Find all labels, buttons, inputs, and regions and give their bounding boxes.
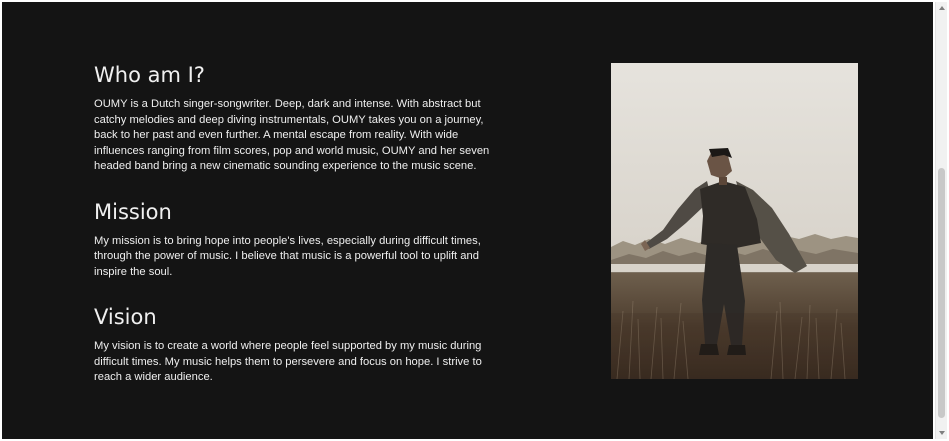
who-am-i-section: Who am I? OUMY is a Dutch singer-songwri… bbox=[94, 62, 494, 175]
vertical-scrollbar[interactable] bbox=[935, 2, 947, 439]
section-title-who-am-i: Who am I? bbox=[94, 63, 205, 87]
scroll-thumb[interactable] bbox=[938, 168, 945, 418]
section-body-mission: My mission is to bring hope into people'… bbox=[94, 234, 481, 278]
vision-section: Vision My vision is to create a world wh… bbox=[94, 304, 494, 386]
mission-section: Mission My mission is to bring hope into… bbox=[94, 199, 494, 281]
artist-photo-image bbox=[611, 63, 858, 379]
section-title-mission: Mission bbox=[94, 199, 172, 224]
section-body-who-am-i: OUMY is a Dutch singer-songwriter. Deep,… bbox=[94, 98, 490, 172]
artist-photo bbox=[611, 63, 858, 379]
about-content: Who am I? OUMY is a Dutch singer-songwri… bbox=[94, 62, 494, 410]
section-title-vision: Vision bbox=[94, 305, 157, 329]
scroll-down-icon[interactable] bbox=[939, 431, 945, 435]
scroll-up-icon[interactable] bbox=[939, 6, 945, 10]
section-body-vision: My vision is to create a world where peo… bbox=[94, 340, 482, 383]
page-viewport: Who am I? OUMY is a Dutch singer-songwri… bbox=[2, 2, 933, 439]
